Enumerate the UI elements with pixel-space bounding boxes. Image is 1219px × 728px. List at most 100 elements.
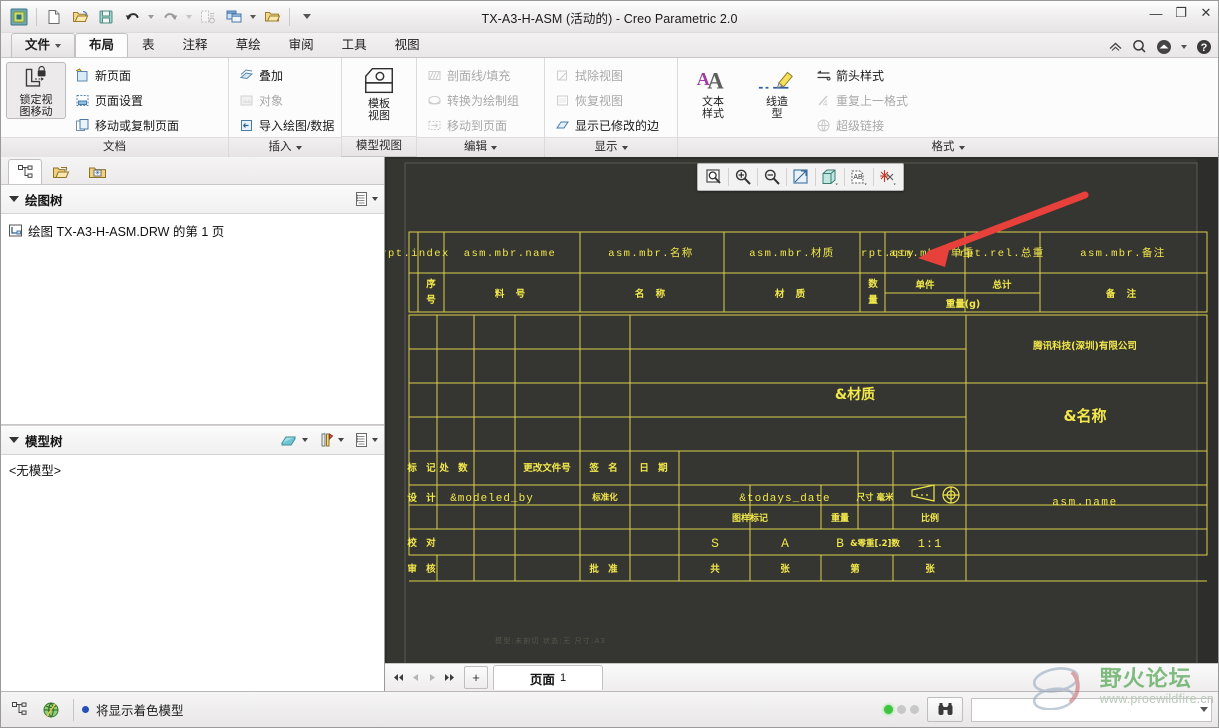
maximize-button[interactable]: ❐ bbox=[1173, 5, 1189, 21]
chevron-down-icon bbox=[338, 438, 344, 442]
model-tree-header[interactable]: 模型树 bbox=[1, 425, 384, 455]
globe-icon[interactable] bbox=[37, 696, 65, 723]
tab-view[interactable]: 视图 bbox=[381, 33, 434, 57]
cell-zhang: 张 bbox=[780, 563, 790, 575]
cell-riqi: 日 期 bbox=[639, 462, 670, 474]
first-page-button[interactable] bbox=[390, 669, 406, 687]
minimize-button[interactable]: — bbox=[1148, 6, 1164, 21]
drawing-tree-settings[interactable] bbox=[354, 191, 378, 207]
edit-group-commands: 剖面线/填充 转换为绘制组 移动到页面 bbox=[422, 62, 526, 137]
template-view-label: 模板 视图 bbox=[368, 98, 390, 122]
collapse-triangle-icon bbox=[9, 196, 19, 202]
ribbon-group-edit-title[interactable]: 编辑 bbox=[417, 137, 544, 157]
tab-file[interactable]: 文件 bbox=[11, 33, 76, 57]
title-bar: TX-A3-H-ASM (活动的) - Creo Parametric 2.0 … bbox=[1, 1, 1218, 33]
show-modified-edges-icon bbox=[554, 117, 570, 133]
template-view-button[interactable]: 模板 视图 bbox=[347, 62, 411, 123]
chevron-down-icon bbox=[621, 145, 628, 150]
drawing-sheet: rpt.index asm.mbr.name asm.mbr.名称 asm.mb… bbox=[385, 157, 1218, 697]
line-style-button[interactable]: 线造 型 bbox=[747, 62, 807, 121]
chevron-down-icon bbox=[55, 43, 62, 48]
drawing-tree-row-sheet1[interactable]: 绘图 TX-A3-H-ASM.DRW 的第 1 页 bbox=[1, 219, 384, 242]
model-tree-settings[interactable] bbox=[354, 432, 378, 448]
lock-view-movement-button[interactable]: 锁定视 图移动 bbox=[6, 62, 66, 119]
overlay-label: 叠加 bbox=[259, 68, 284, 83]
move-copy-sheet-button[interactable]: 移动或复制页面 bbox=[70, 113, 186, 137]
cell-danjian: 单件 bbox=[915, 279, 935, 291]
close-button[interactable]: ✕ bbox=[1198, 5, 1214, 21]
status-leds bbox=[884, 705, 919, 714]
move-to-sheet-label: 移动到页面 bbox=[447, 118, 508, 133]
drawing-canvas[interactable]: rpt.index asm.mbr.name asm.mbr.名称 asm.mb… bbox=[385, 157, 1218, 697]
svg-text:✳: ✳ bbox=[94, 169, 100, 177]
tab-layout[interactable]: 布局 bbox=[75, 33, 129, 57]
convert-to-draft-group-button: 转换为绘制组 bbox=[422, 88, 526, 112]
sheet-setup-icon bbox=[74, 92, 90, 108]
tab-sketch[interactable]: 草绘 bbox=[222, 33, 275, 57]
account-dropdown-icon[interactable] bbox=[1179, 38, 1188, 55]
tab-review[interactable]: 审阅 bbox=[275, 33, 328, 57]
chevron-down-icon bbox=[302, 438, 308, 442]
model-tree-display-style[interactable] bbox=[280, 432, 308, 448]
hatch-fill-button: 剖面线/填充 bbox=[422, 63, 526, 87]
repaint-icon[interactable] bbox=[699, 164, 728, 190]
show-modified-edges-button[interactable]: 显示已修改的边 bbox=[550, 113, 666, 137]
zoom-in-icon[interactable] bbox=[728, 164, 757, 190]
ribbon-group-display-title[interactable]: 显示 bbox=[545, 137, 677, 157]
chevron-down-icon[interactable] bbox=[1200, 707, 1208, 712]
cell-asm-name: asm.name bbox=[1052, 497, 1118, 509]
last-page-button[interactable] bbox=[441, 669, 457, 687]
tree-icon[interactable] bbox=[5, 696, 33, 723]
search-input[interactable] bbox=[971, 697, 1212, 722]
ribbon-group-display: 拭除视图 恢复视图 显示已修改的边 显示 bbox=[545, 58, 678, 157]
cell-a: A bbox=[781, 536, 789, 551]
svg-text:4: 4 bbox=[823, 99, 828, 108]
format-group-commands: 箭头样式 4 重复上一格式 超级链接 bbox=[811, 62, 915, 137]
cell-rpt-index: rpt.index bbox=[385, 248, 450, 260]
sheet-setup-button[interactable]: 页面设置 bbox=[70, 88, 186, 112]
minimize-ribbon-icon[interactable] bbox=[1107, 38, 1124, 55]
cell-pizhun: 批 准 bbox=[589, 563, 620, 575]
panel-tab-model-tree[interactable] bbox=[8, 159, 42, 184]
add-page-button[interactable]: + bbox=[464, 666, 488, 689]
model-tree-filter[interactable] bbox=[318, 432, 344, 448]
import-drawing-data-icon bbox=[238, 117, 254, 133]
prev-page-button[interactable] bbox=[407, 669, 423, 687]
account-icon[interactable] bbox=[1155, 38, 1172, 55]
display-style-icon[interactable] bbox=[815, 164, 844, 190]
cell-zhang2: 张 bbox=[925, 563, 935, 575]
document-group-commands: 新页面 页面设置 移动或复制页面 bbox=[70, 62, 186, 137]
datum-display-icon[interactable] bbox=[873, 164, 902, 190]
next-page-button[interactable] bbox=[424, 669, 440, 687]
drawing-tree-row-label: 绘图 TX-A3-H-ASM.DRW 的第 1 页 bbox=[28, 225, 225, 239]
arrow-style-button[interactable]: 箭头样式 bbox=[811, 63, 915, 87]
tab-tools[interactable]: 工具 bbox=[328, 33, 381, 57]
search-icon[interactable] bbox=[1131, 38, 1148, 55]
svg-text:?: ? bbox=[1200, 42, 1207, 54]
overlay-button[interactable]: 叠加 bbox=[234, 63, 341, 87]
convert-to-draft-group-label: 转换为绘制组 bbox=[447, 93, 520, 108]
text-style-button[interactable]: A A 文本 样式 bbox=[683, 62, 743, 121]
page-tab-1[interactable]: 页面 1 bbox=[493, 665, 603, 690]
search-tool-button[interactable] bbox=[927, 697, 963, 722]
tab-table[interactable]: 表 bbox=[128, 33, 169, 57]
drawing-tree-header[interactable]: 绘图树 bbox=[1, 185, 384, 214]
tab-annotate[interactable]: 注释 bbox=[169, 33, 222, 57]
zoom-out-icon[interactable] bbox=[757, 164, 786, 190]
import-drawing-data-button[interactable]: 导入绘图/数据 bbox=[234, 113, 341, 137]
cell-asm-mbr-name: asm.mbr.name bbox=[464, 248, 556, 260]
move-copy-sheet-icon bbox=[74, 117, 90, 133]
help-icon[interactable]: ? bbox=[1195, 38, 1212, 55]
resume-view-button: 恢复视图 bbox=[550, 88, 666, 112]
arrow-style-icon bbox=[815, 67, 831, 83]
ribbon-group-format-title[interactable]: 格式 bbox=[678, 137, 1218, 157]
annotation-display-icon[interactable]: AB bbox=[844, 164, 873, 190]
refit-icon[interactable] bbox=[786, 164, 815, 190]
sheet-setup-label: 页面设置 bbox=[95, 93, 144, 108]
panel-tab-favorites[interactable]: ✳ bbox=[80, 159, 114, 184]
new-sheet-button[interactable]: 新页面 bbox=[70, 63, 186, 87]
canvas-float-toolbar: AB bbox=[697, 163, 904, 191]
ribbon-group-insert-title[interactable]: 插入 bbox=[229, 137, 341, 157]
panel-tab-folder-browser[interactable] bbox=[44, 159, 78, 184]
cell-shuliang-2: 量 bbox=[868, 294, 878, 306]
